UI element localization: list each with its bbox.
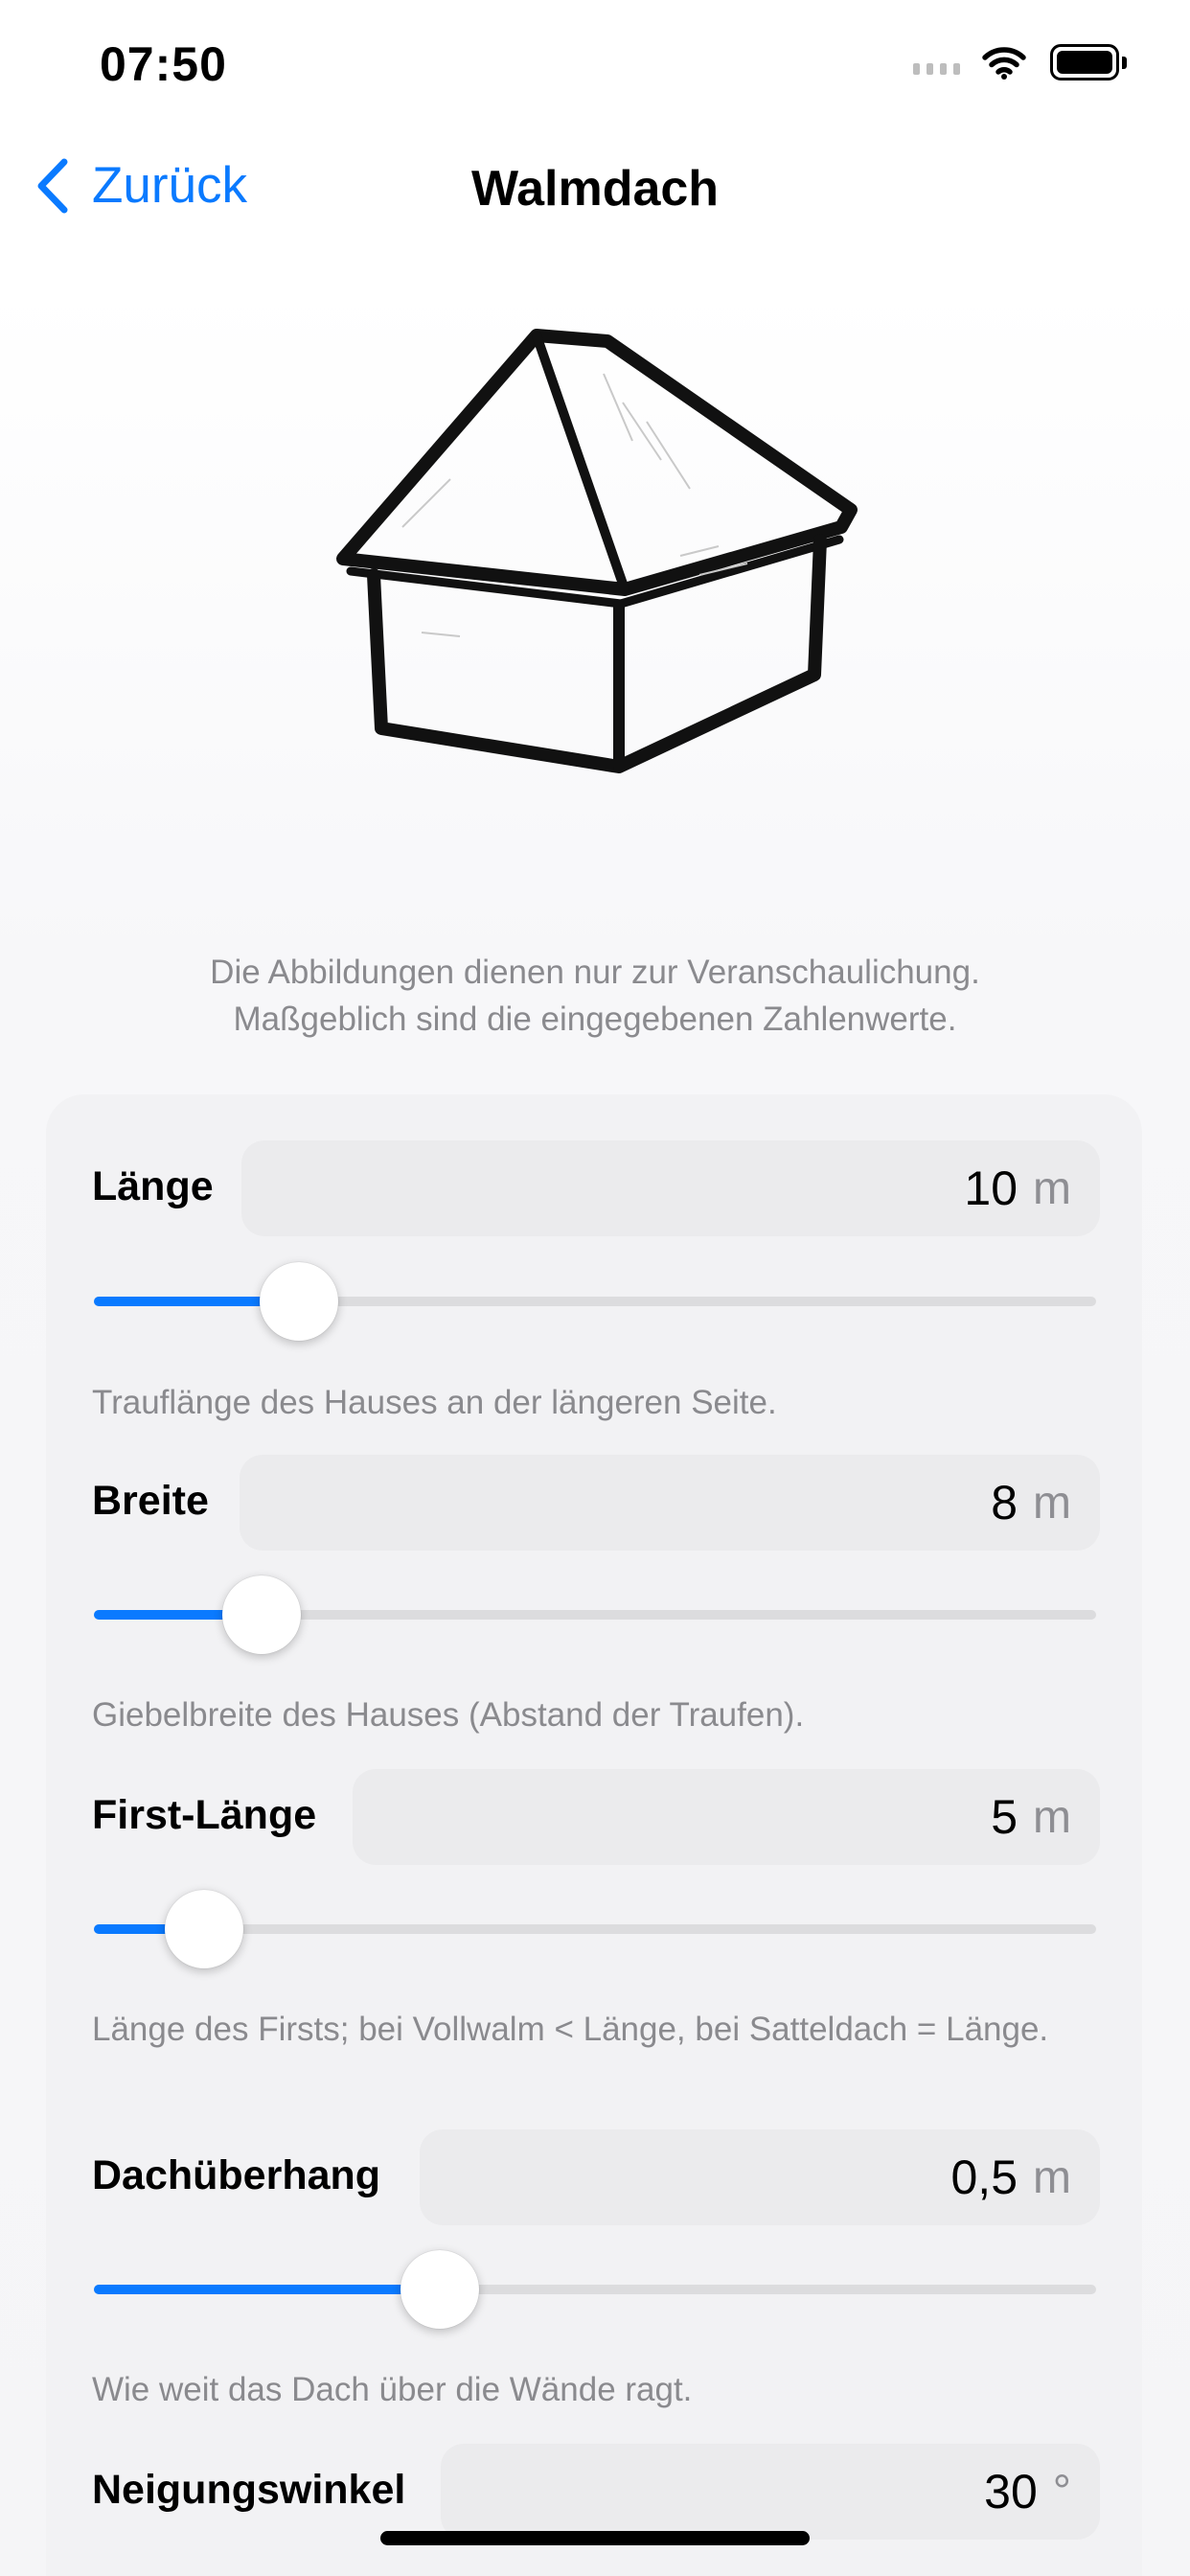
field-label: Länge [92,1163,214,1209]
dachueberhang-slider[interactable] [94,2250,1096,2329]
field-value: 0,5 [950,2150,1018,2204]
dachueberhang-input[interactable]: 0,5 m [420,2129,1100,2225]
neigungswinkel-input[interactable]: 30 ° [441,2444,1100,2540]
slider-thumb[interactable] [165,1890,244,1968]
field-label: First-Länge [92,1792,317,1838]
disclaimer-line-1: Die Abbildungen dienen nur zur Veranscha… [210,954,980,991]
field-label: Dachüberhang [92,2152,381,2198]
slider-thumb[interactable] [400,2250,479,2329]
field-help-text: Wie weit das Dach über die Wände ragt. [92,2371,693,2408]
screen: 07:50 Zurück Walmdach Die Abbildungen di… [0,0,1190,2576]
field-help-text: Länge des Firsts; bei Vollwalm < Länge, … [92,2011,1049,2048]
first-laenge-input[interactable]: 5 m [353,1769,1100,1865]
battery-icon [1050,44,1127,80]
field-unit: m [1033,1162,1071,1214]
slider-thumb[interactable] [260,1262,339,1341]
field-value: 30 [984,2465,1038,2518]
laenge-input[interactable]: 10 m [241,1140,1100,1236]
cellular-signal-icon [913,63,960,75]
laenge-slider[interactable] [94,1262,1096,1341]
field-help-text: Giebelbreite des Hauses (Abstand der Tra… [92,1696,805,1734]
disclaimer-line-2: Maßgeblich sind die eingegebenen Zahlenw… [233,1000,957,1038]
status-time: 07:50 [100,37,227,91]
field-unit: m [1033,2151,1071,2203]
disclaimer-caption: Die Abbildungen dienen nur zur Veranscha… [0,949,1190,1043]
status-icons [913,44,1127,80]
field-unit: ° [1052,2466,1071,2518]
field-value: 10 [964,1162,1018,1215]
field-help-text: Trauflänge des Hauses an der längeren Se… [92,1384,777,1421]
field-value: 5 [991,1790,1018,1844]
field-label: Breite [92,1478,209,1524]
breite-input[interactable]: 8 m [240,1455,1100,1551]
field-unit: m [1033,1477,1071,1529]
slider-thumb[interactable] [221,1576,301,1654]
parameters-card: Länge 10 m Trauflänge des Hauses an der … [46,1094,1142,2576]
wifi-icon [982,47,1026,80]
first-laenge-slider[interactable] [94,1890,1096,1968]
field-label: Neigungswinkel [92,2467,406,2513]
field-unit: m [1033,1791,1071,1843]
breite-slider[interactable] [94,1576,1096,1654]
home-indicator [380,2531,810,2545]
slider-fill [94,2285,440,2294]
slider-track [94,1924,1096,1934]
hip-roof-house-illustration [336,329,858,773]
field-value: 8 [991,1476,1018,1530]
page-title: Walmdach [470,161,720,217]
